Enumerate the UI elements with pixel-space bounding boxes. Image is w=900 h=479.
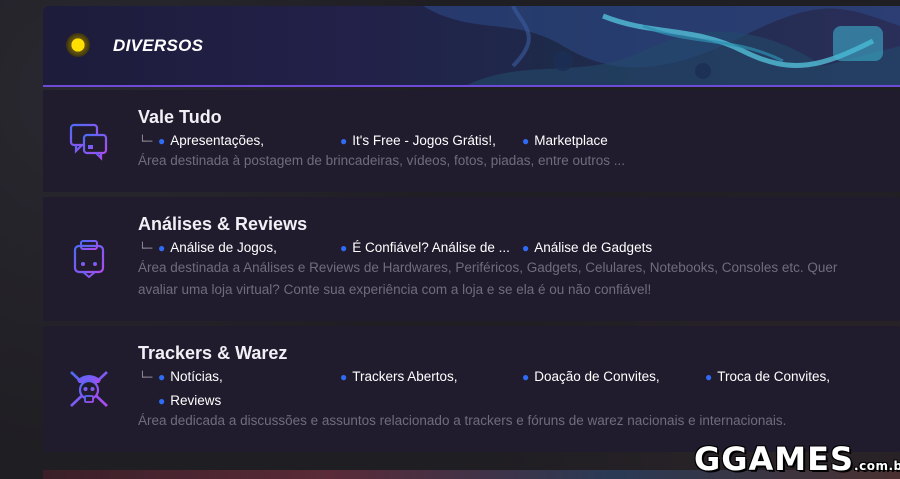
subforum-link-reviews[interactable]: ● Reviews bbox=[158, 393, 221, 408]
forum-description: Área destinada a Análises e Reviews de H… bbox=[138, 257, 860, 301]
subforum-link-troca-de-convites[interactable]: ● Troca de Convites, bbox=[705, 369, 830, 384]
forum-title-link[interactable]: Vale Tudo bbox=[138, 107, 222, 128]
subforum-link-trackers-abertos[interactable]: ● Trackers Abertos, bbox=[340, 369, 458, 384]
subforum-link-apresentacoes[interactable]: ● Apresentações, bbox=[158, 133, 264, 148]
forum-row-analises-reviews: Análises & Reviews └─ ● Análise de Jogos,… bbox=[43, 197, 900, 321]
ggames-watermark-logo: GGAMES.com.br bbox=[694, 440, 900, 478]
forum-row-vale-tudo: Vale Tudo └─ ● Apresentações, ● It's Free … bbox=[43, 90, 900, 192]
category-title: DIVERSOS bbox=[113, 36, 204, 55]
forum-description: Área dedicada a discussões e assuntos re… bbox=[138, 413, 787, 428]
subforum-tree-connector: └─ bbox=[139, 371, 153, 384]
forum-row-trackers-warez: Trackers & Warez └─ ● Notícias, ● Trackers… bbox=[43, 326, 900, 452]
subforum-tree-connector: └─ bbox=[139, 242, 153, 255]
subforum-link-its-free[interactable]: ● It's Free - Jogos Grátis!, bbox=[340, 133, 496, 148]
subforum-tree-connector: └─ bbox=[139, 135, 153, 148]
subforum-link-analise-de-jogos[interactable]: ● Análise de Jogos, bbox=[158, 240, 277, 255]
category-header-diversos[interactable]: DIVERSOS bbox=[43, 6, 900, 87]
forum-description-line: Área destinada a Análises e Reviews de H… bbox=[138, 260, 838, 275]
chat-bubbles-icon bbox=[69, 123, 108, 161]
subforum-link-doacao-de-convites[interactable]: ● Doação de Convites, bbox=[522, 369, 660, 384]
subforum-link-marketplace[interactable]: ● Marketplace bbox=[522, 133, 608, 148]
forum-title-link[interactable]: Trackers & Warez bbox=[138, 343, 287, 364]
subforum-link-analise-de-gadgets[interactable]: ● Análise de Gadgets bbox=[522, 240, 652, 255]
forum-title-link[interactable]: Análises & Reviews bbox=[138, 214, 307, 235]
robot-chip-icon bbox=[71, 240, 107, 279]
subforum-link-e-confiavel[interactable]: ● É Confiável? Análise de ... bbox=[340, 240, 510, 255]
subforum-link-noticias[interactable]: ● Notícias, bbox=[158, 369, 223, 384]
forum-description-line: avaliar uma loja virtual? Conte sua expe… bbox=[138, 282, 652, 297]
pirate-skull-icon bbox=[70, 371, 108, 407]
forum-description: Área destinada à postagem de brincadeira… bbox=[138, 153, 626, 168]
category-status-icon bbox=[66, 33, 90, 57]
